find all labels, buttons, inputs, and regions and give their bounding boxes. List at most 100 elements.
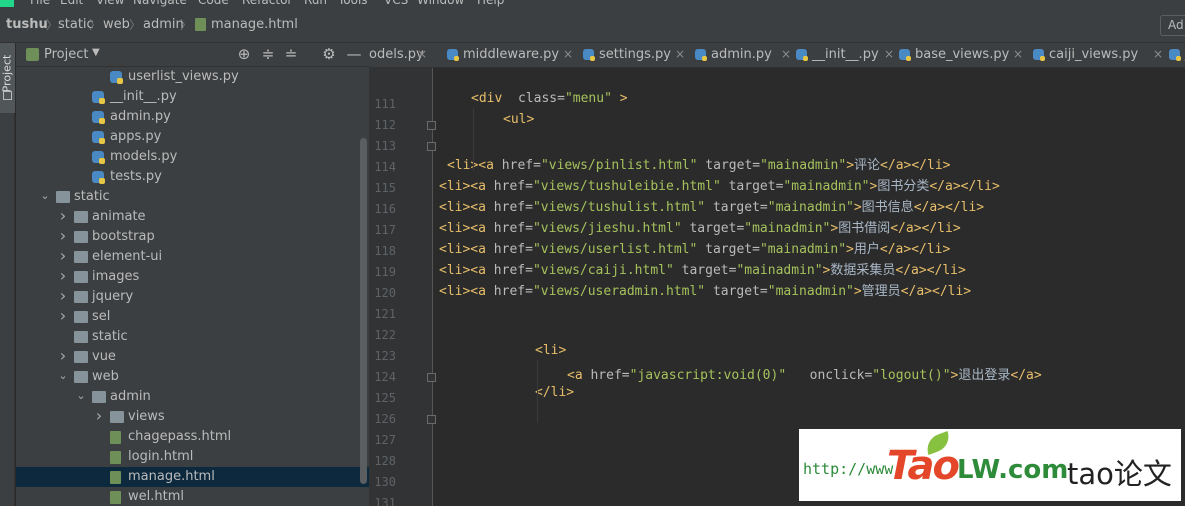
breadcrumb-item-admin[interactable]: admin: [143, 17, 184, 32]
tree-item-static[interactable]: static: [16, 327, 369, 347]
html-file-icon: [110, 451, 121, 464]
menu-item-code[interactable]: Code: [198, 0, 229, 7]
menu-item-help[interactable]: Help: [477, 0, 504, 7]
tree-item-static[interactable]: ⌄ static: [16, 187, 369, 207]
breadcrumb-item-web[interactable]: web: [103, 17, 130, 32]
menu-item-view[interactable]: View: [96, 0, 124, 7]
close-icon[interactable]: ×: [563, 47, 573, 61]
fold-marker-icon[interactable]: [427, 415, 436, 424]
tree-item-admin-py[interactable]: admin.py: [16, 107, 369, 127]
code-token: 用户: [853, 242, 880, 257]
chevron-right-icon[interactable]: ›: [58, 286, 68, 305]
close-icon[interactable]: ×: [675, 47, 685, 61]
code-token: </a></li>: [879, 242, 951, 257]
fold-marker-icon[interactable]: [427, 373, 436, 382]
code-token: href=: [493, 200, 533, 215]
code-token: 评论: [854, 158, 881, 173]
chevron-right-icon[interactable]: ›: [58, 346, 68, 365]
watermark-suffix: tao论文: [1067, 457, 1172, 491]
tree-item-tests-py[interactable]: tests.py: [16, 167, 369, 187]
watermark-logo: http://www. Tao LW.com tao论文: [799, 429, 1181, 501]
python-file-icon: [1169, 49, 1181, 61]
tree-item-views[interactable]: › views: [16, 406, 369, 427]
tree-item-vue[interactable]: › vue: [16, 346, 369, 367]
code-token: "views/tushulist.html": [532, 200, 706, 215]
tree-item-element-ui[interactable]: › element-ui: [16, 246, 369, 267]
chevron-down-icon[interactable]: ⌄: [40, 189, 50, 202]
close-icon[interactable]: ×: [884, 47, 894, 61]
code-token: <a: [567, 368, 591, 383]
tree-item-label: manage.html: [128, 469, 215, 484]
collapse-all-icon[interactable]: ≐: [282, 45, 300, 63]
python-file-icon: [92, 111, 105, 124]
tree-item-images[interactable]: › images: [16, 266, 369, 287]
locate-file-icon[interactable]: ⊕: [235, 45, 253, 63]
breadcrumb-item-project[interactable]: tushu: [6, 17, 48, 32]
folder-icon: [3, 91, 12, 100]
menu-item-tools[interactable]: Tools: [338, 0, 368, 7]
project-tool-button[interactable]: Project: [0, 43, 15, 113]
python-file-icon: [92, 131, 105, 144]
hide-panel-icon[interactable]: —: [345, 45, 363, 63]
expand-all-icon[interactable]: ≑: [259, 45, 277, 63]
menu-item-navigate[interactable]: Navigate: [133, 0, 187, 7]
folder-icon: [74, 271, 88, 283]
fold-marker-icon[interactable]: [427, 142, 436, 151]
close-icon[interactable]: ×: [781, 47, 791, 61]
chevron-down-icon[interactable]: ⌄: [76, 389, 86, 402]
tree-item-models-py[interactable]: models.py: [16, 147, 369, 167]
tree-item-admin[interactable]: ⌄ admin: [16, 387, 369, 407]
folder-icon: [110, 411, 124, 423]
python-file-icon: [695, 49, 707, 61]
tree-item-animate[interactable]: › animate: [16, 206, 369, 227]
tree-item-chagepass-html[interactable]: chagepass.html: [16, 427, 369, 447]
menu-item-refactor[interactable]: Refactor: [242, 0, 292, 7]
menu-item-file[interactable]: File: [30, 0, 50, 7]
tree-item-wel-html[interactable]: wel.html: [16, 487, 369, 506]
tree-item-login-html[interactable]: login.html: [16, 447, 369, 467]
fold-marker-icon[interactable]: [427, 121, 436, 130]
gear-icon[interactable]: ⚙: [320, 45, 338, 63]
chevron-right-icon[interactable]: ›: [58, 226, 68, 245]
chevron-right-icon[interactable]: ›: [58, 306, 68, 325]
project-view-icon: [26, 48, 39, 61]
code-token: target=: [720, 179, 784, 194]
code-token: href=: [590, 368, 630, 383]
tree-item-userlist-views-py[interactable]: userlist_views.py: [16, 67, 369, 87]
chevron-down-icon[interactable]: ▼: [92, 47, 100, 58]
menu-item-run[interactable]: Run: [304, 0, 327, 7]
breadcrumb-separator-icon: 〉: [129, 18, 142, 32]
tree-item-label: wel.html: [128, 489, 184, 504]
menu-item-window[interactable]: Window: [417, 0, 464, 7]
tree-item-web[interactable]: ⌄ web: [16, 367, 369, 387]
chevron-down-icon[interactable]: ⌄: [58, 369, 68, 382]
watermark-domain: LW.com: [957, 455, 1069, 485]
chevron-right-icon[interactable]: ›: [58, 206, 68, 225]
tree-item-bootstrap[interactable]: › bootstrap: [16, 226, 369, 247]
close-icon[interactable]: ×: [1013, 47, 1023, 61]
tree-item-label: bootstrap: [92, 229, 155, 244]
tree-item-manage-html[interactable]: manage.html: [16, 467, 369, 487]
project-panel-title[interactable]: Project: [44, 47, 88, 62]
code-token: <li><a: [439, 242, 494, 257]
code-token: 管理员: [861, 284, 901, 299]
tree-item-apps-py[interactable]: apps.py: [16, 127, 369, 147]
menu-item-vcs[interactable]: VCS: [384, 0, 408, 7]
code-token: target=: [705, 284, 768, 299]
menu-item-edit[interactable]: Edit: [60, 0, 83, 7]
close-icon[interactable]: ×: [417, 47, 427, 61]
project-scrollbar[interactable]: [360, 138, 367, 484]
chevron-right-icon[interactable]: ›: [94, 406, 104, 425]
close-icon[interactable]: ×: [1153, 47, 1163, 61]
breadcrumb-item-file[interactable]: manage.html: [211, 17, 298, 32]
code-line: <li><a href="views/pinlist.html" target=…: [447, 154, 951, 173]
code-token: <li>: [535, 343, 567, 358]
add-configuration-button[interactable]: Ad: [1160, 15, 1185, 36]
code-token: 数据采集员: [830, 263, 896, 278]
tree-item-init-py[interactable]: __init__.py: [16, 87, 369, 107]
tree-item-sel[interactable]: › sel: [16, 306, 369, 327]
chevron-right-icon[interactable]: ›: [58, 246, 68, 265]
tree-item-jquery[interactable]: › jquery: [16, 286, 369, 307]
chevron-right-icon[interactable]: ›: [58, 266, 68, 285]
python-file-icon: [92, 171, 105, 184]
